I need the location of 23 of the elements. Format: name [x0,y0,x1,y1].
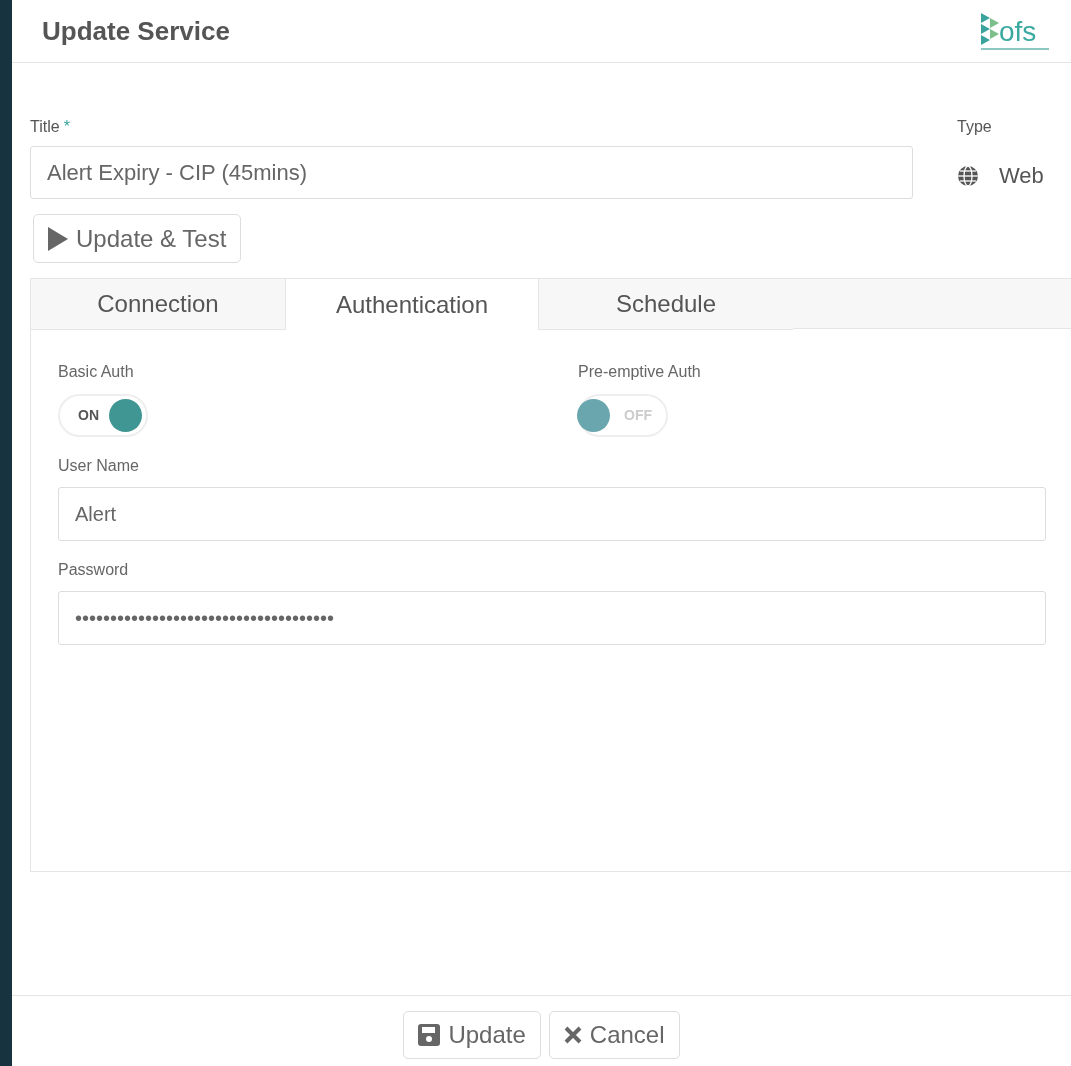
save-icon [418,1024,441,1046]
field-label: Title [30,117,60,137]
close-icon [563,1026,582,1044]
logo-text: ofs [999,18,1037,45]
password-input[interactable]: ••••••••••••••••••••••••••••••••••••• [58,591,1046,645]
cancel-button[interactable]: Cancel [548,1011,680,1059]
field-label: Type [957,117,993,137]
toggle-label: Basic Auth [58,362,135,382]
field-label: Password [58,560,130,580]
tab[interactable]: Authentication [285,279,539,330]
type-value: Web [999,162,1044,190]
update-test-button[interactable]: Update & Test [33,214,242,263]
update-button[interactable]: Update [403,1011,541,1059]
title-input[interactable]: Alert Expiry - CIP (45mins) [30,146,913,199]
required-mark: * [63,117,70,137]
play-icon [48,226,68,251]
field-label: User Name [58,456,140,476]
toggle-label: Pre-emptive Auth [578,362,702,382]
dialog-title: Update Service [42,14,230,48]
logo-icon [981,12,999,45]
toggle-switch[interactable]: ON [58,394,148,437]
text-input[interactable]: Alert [58,487,1046,541]
globe-icon [957,164,979,187]
